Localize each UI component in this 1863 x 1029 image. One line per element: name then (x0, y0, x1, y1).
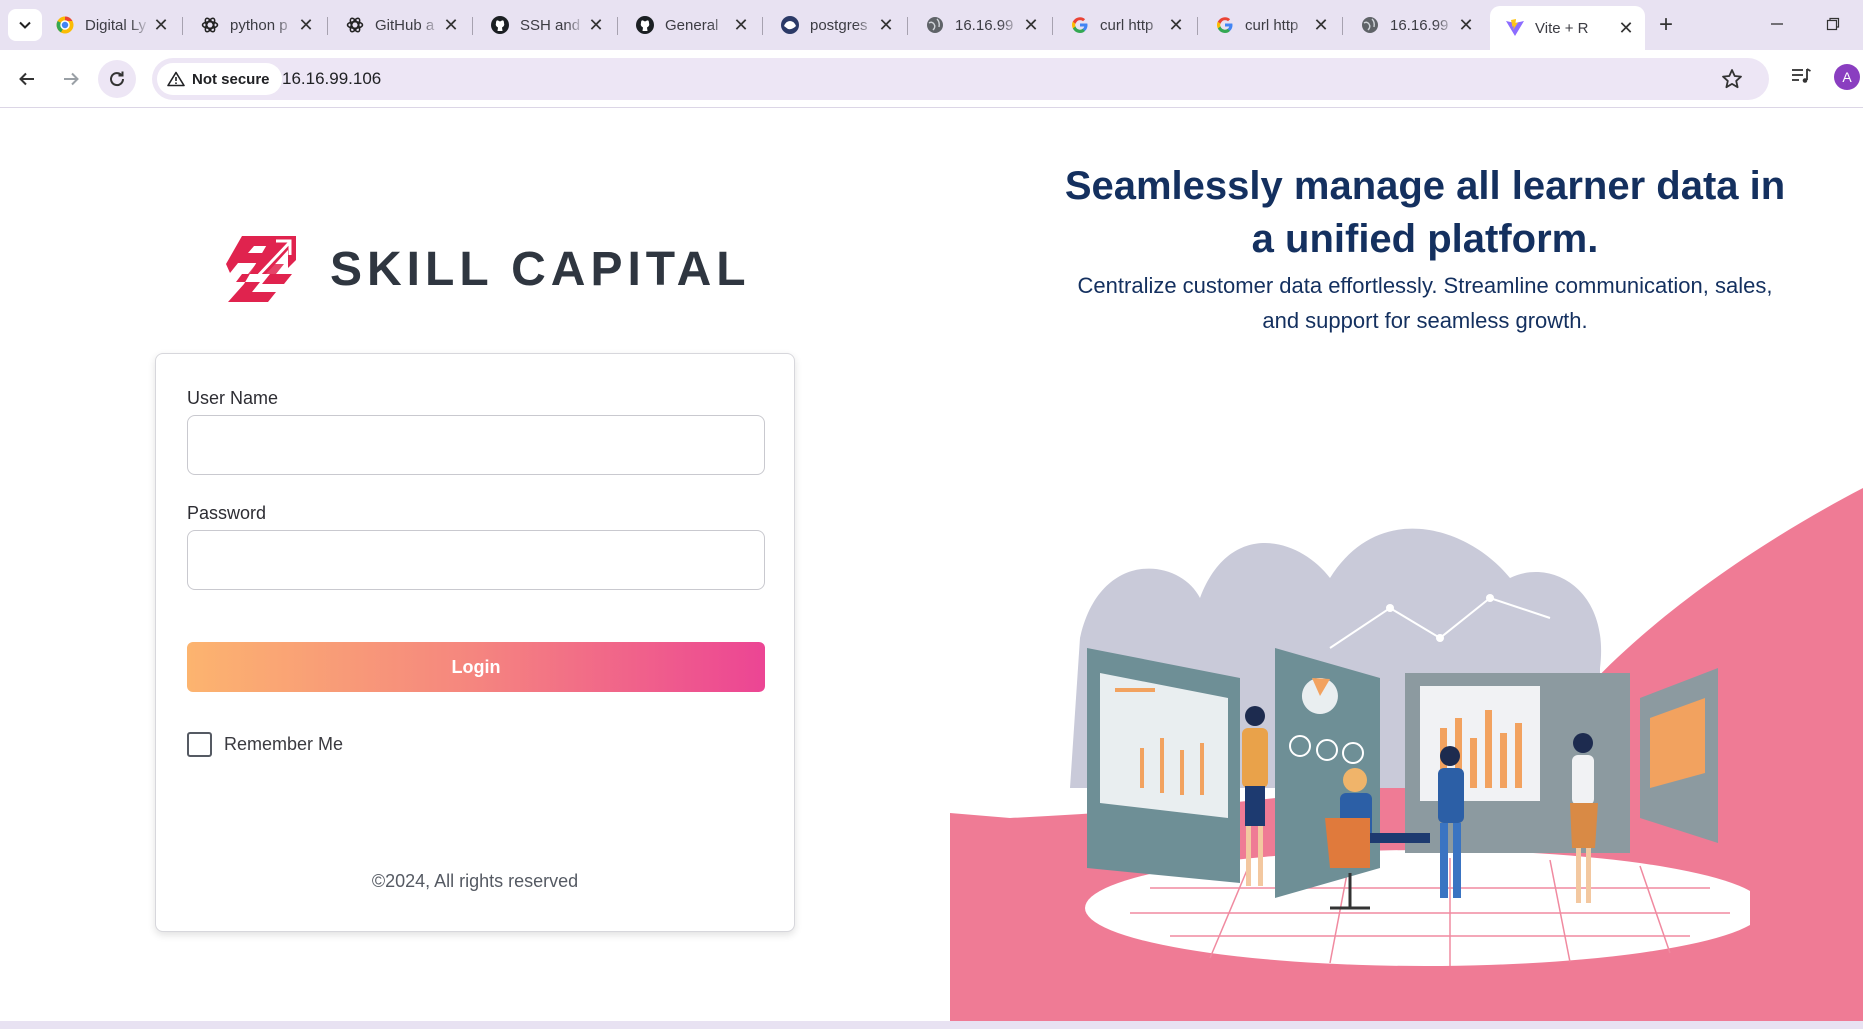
forward-button[interactable] (52, 60, 90, 98)
back-button[interactable] (8, 60, 46, 98)
site-security-chip[interactable]: Not secure (157, 63, 282, 95)
close-icon[interactable]: ✕ (1455, 14, 1477, 36)
browser-tab[interactable]: Vite + R ✕ (1490, 6, 1645, 50)
restore-icon (1826, 17, 1840, 31)
github-icon (490, 15, 510, 35)
close-icon[interactable]: ✕ (585, 14, 607, 36)
tab-title: SSH and (520, 16, 581, 34)
globe-icon (1360, 15, 1380, 35)
password-input[interactable] (187, 530, 765, 590)
minimize-button[interactable] (1754, 10, 1800, 38)
remember-me-checkbox[interactable] (187, 732, 212, 757)
close-icon[interactable]: ✕ (1165, 14, 1187, 36)
chrome-web-store-icon (55, 15, 75, 35)
google-icon (1070, 15, 1090, 35)
chatgpt-icon (200, 15, 220, 35)
tab-separator (182, 17, 183, 35)
browser-tab[interactable]: postgres ✕ (765, 8, 905, 42)
remember-me-row[interactable]: Remember Me (187, 732, 343, 757)
team-analytics-illustration (1070, 528, 1750, 966)
minimize-icon (1771, 23, 1783, 25)
bookmark-button[interactable] (1721, 68, 1743, 95)
browser-tab[interactable]: 16.16.99 ✕ (1345, 8, 1485, 42)
close-icon[interactable]: ✕ (1020, 14, 1042, 36)
arrow-left-icon (19, 72, 34, 86)
chatgpt-icon (345, 15, 365, 35)
tab-title: Vite + R (1535, 19, 1589, 37)
tab-separator (472, 17, 473, 35)
tab-title: 16.16.99 (955, 16, 1014, 34)
close-icon[interactable]: ✕ (150, 14, 172, 36)
tab-title: curl http (1100, 16, 1154, 34)
copyright-text: ©2024, All rights reserved (371, 871, 579, 891)
tab-title: curl http (1245, 16, 1299, 34)
browser-tab[interactable]: Digital Ly ✕ (40, 8, 180, 42)
docker-icon (780, 15, 800, 35)
login-card: User Name Password Login Remember Me ©20… (155, 353, 795, 932)
tab-title: 16.16.99 (1390, 16, 1449, 34)
skill-capital-logo-icon (226, 236, 296, 302)
browser-tab[interactable]: curl http ✕ (1200, 8, 1340, 42)
brand-header: SKILL CAPITAL (226, 234, 751, 304)
chevron-down-icon (19, 21, 31, 29)
new-tab-button[interactable]: + (1651, 10, 1681, 40)
username-label: User Name (187, 388, 279, 408)
reload-icon (110, 71, 125, 87)
tab-separator (1342, 17, 1343, 35)
google-icon (1215, 15, 1235, 35)
close-icon[interactable]: ✕ (730, 14, 752, 36)
url-text[interactable]: 16.16.99.106 (282, 58, 381, 100)
remember-me-label[interactable]: Remember Me (224, 734, 343, 755)
browser-tab-strip: Digital Ly ✕ python p ✕ GitHub a ✕ SSH and ✕ Gen… (0, 0, 1863, 50)
restore-button[interactable] (1810, 10, 1856, 38)
close-icon[interactable]: ✕ (1615, 17, 1637, 39)
github-icon (635, 15, 655, 35)
hero-subheadline: Centralize customer data effortlessly. S… (1077, 273, 1773, 333)
username-input[interactable] (187, 415, 765, 475)
address-bar[interactable]: Not secure 16.16.99.106 (152, 58, 1769, 100)
profile-avatar[interactable]: A (1834, 64, 1860, 90)
media-queue-icon (1792, 68, 1811, 83)
browser-tab[interactable]: python p ✕ (185, 8, 325, 42)
tab-title: postgres (810, 16, 868, 34)
taskbar-edge (0, 1021, 1863, 1029)
tab-separator (617, 17, 618, 35)
reload-button[interactable] (98, 60, 136, 98)
tab-search-button[interactable] (8, 9, 42, 41)
warning-triangle-icon (167, 71, 185, 87)
close-icon[interactable]: ✕ (1310, 14, 1332, 36)
vite-icon (1505, 18, 1525, 38)
tab-separator (327, 17, 328, 35)
tab-separator (907, 17, 908, 35)
brand-name: SKILL CAPITAL (330, 242, 751, 296)
globe-icon (925, 15, 945, 35)
hero-headline: Seamlessly manage all learner data in a … (1064, 164, 1786, 261)
tab-title: python p (230, 16, 288, 34)
tab-separator (1052, 17, 1053, 35)
tab-separator (762, 17, 763, 35)
tab-separator (1197, 17, 1198, 35)
browser-tab[interactable]: GitHub a ✕ (330, 8, 470, 42)
close-icon[interactable]: ✕ (875, 14, 897, 36)
login-button[interactable]: Login (187, 642, 765, 692)
media-controls-button[interactable] (1790, 66, 1812, 91)
browser-tab[interactable]: SSH and ✕ (475, 8, 615, 42)
password-label: Password (187, 503, 267, 523)
page-content: SKILL CAPITAL User Name Password Login R… (0, 108, 1863, 1021)
star-icon (1722, 69, 1742, 89)
tab-title: GitHub a (375, 16, 435, 34)
close-icon[interactable]: ✕ (440, 14, 462, 36)
browser-tab[interactable]: General ✕ (620, 8, 760, 42)
tab-title: Digital Ly (85, 16, 147, 34)
security-chip-label: Not secure (192, 70, 270, 88)
browser-tab[interactable]: curl http ✕ (1055, 8, 1195, 42)
arrow-right-icon (64, 72, 79, 86)
browser-toolbar: Not secure 16.16.99.106 A (0, 50, 1863, 108)
tab-title: General (665, 16, 719, 34)
browser-tab[interactable]: 16.16.99 ✕ (910, 8, 1050, 42)
close-icon[interactable]: ✕ (295, 14, 317, 36)
